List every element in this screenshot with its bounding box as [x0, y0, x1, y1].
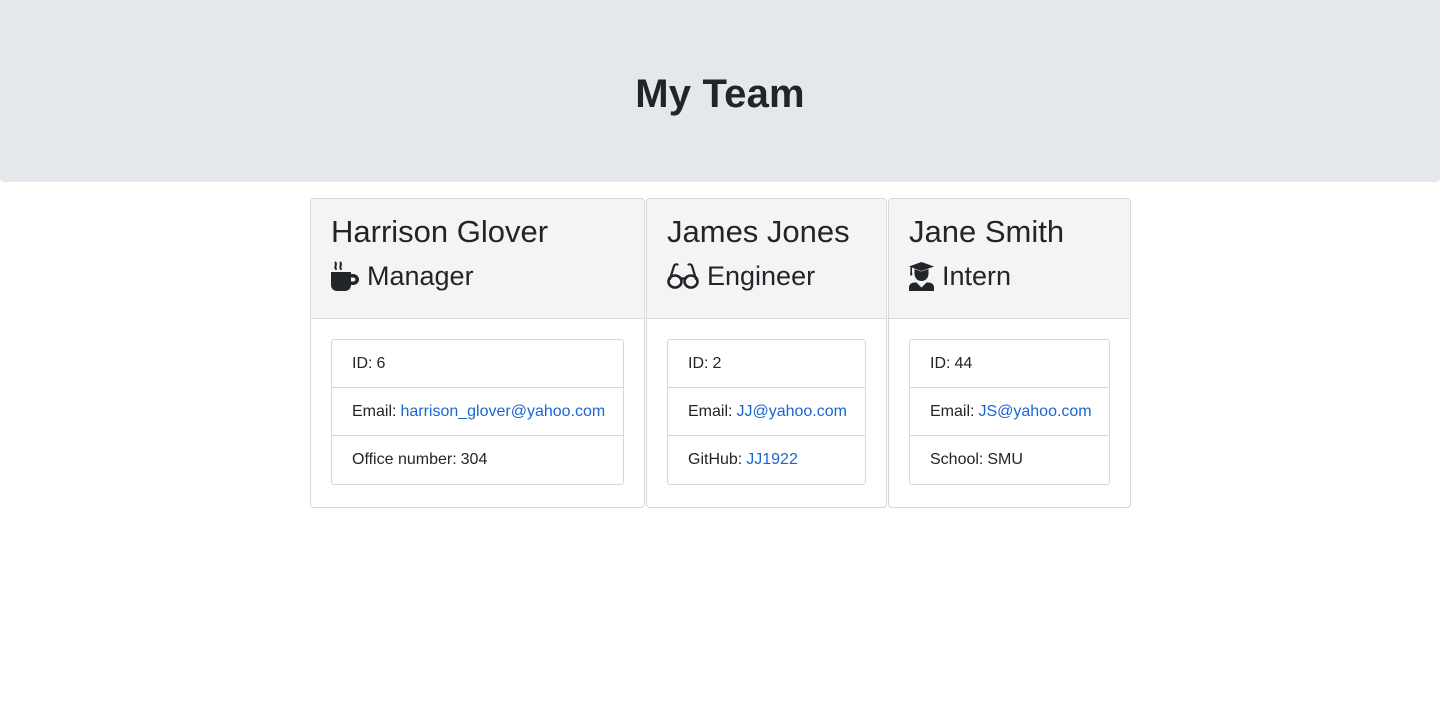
- email-label: Email:: [688, 402, 733, 420]
- github-link[interactable]: JJ1922: [746, 451, 798, 469]
- employee-card-manager: Harrison Glover Manager ID: 6 Email: har…: [310, 198, 645, 508]
- email-link[interactable]: harrison_glover@yahoo.com: [400, 403, 605, 421]
- employee-role: Intern: [909, 260, 1110, 292]
- id-label: ID:: [352, 354, 373, 372]
- office-value: 304: [460, 451, 488, 468]
- employee-card-engineer: James Jones Engineer ID: 2 Email: JJ@yah…: [646, 198, 887, 508]
- list-item-github: GitHub: JJ1922: [668, 436, 865, 484]
- list-item-email: Email: harrison_glover@yahoo.com: [332, 388, 623, 436]
- id-value: 44: [954, 354, 973, 372]
- glasses-icon: [667, 263, 699, 289]
- employee-role: Manager: [331, 260, 624, 292]
- card-header: Harrison Glover Manager: [311, 199, 644, 319]
- id-value: 6: [376, 354, 386, 372]
- email-label: Email:: [352, 402, 397, 420]
- employee-name: Jane Smith: [909, 214, 1065, 249]
- email-label: Email:: [930, 402, 975, 420]
- header-banner: My Team: [0, 0, 1440, 182]
- card-body: ID: 2 Email: JJ@yahoo.com GitHub: JJ1922: [647, 319, 886, 505]
- card-header: Jane Smith Intern: [889, 199, 1130, 319]
- email-link[interactable]: JS@yahoo.com: [978, 403, 1091, 421]
- office-label: Office number:: [352, 451, 457, 468]
- id-label: ID:: [688, 354, 709, 372]
- id-value: 2: [712, 354, 722, 372]
- team-cards: Harrison Glover Manager ID: 6 Email: har…: [310, 198, 1131, 508]
- info-list: ID: 6 Email: harrison_glover@yahoo.com O…: [331, 339, 624, 485]
- employee-card-intern: Jane Smith Intern ID: 44 Email: JS@yahoo…: [888, 198, 1131, 508]
- github-label: GitHub:: [688, 451, 743, 468]
- role-label: Engineer: [707, 261, 816, 291]
- list-item-school: School: SMU: [910, 436, 1109, 484]
- employee-role: Engineer: [667, 260, 866, 292]
- page-title: My Team: [635, 71, 805, 116]
- card-header: James Jones Engineer: [647, 199, 886, 319]
- role-label: Manager: [367, 261, 474, 291]
- list-item-office: Office number: 304: [332, 436, 623, 484]
- list-item-id: ID: 44: [910, 340, 1109, 388]
- list-item-id: ID: 6: [332, 340, 623, 388]
- school-label: School:: [930, 451, 984, 468]
- info-list: ID: 44 Email: JS@yahoo.com School: SMU: [909, 339, 1110, 485]
- graduate-icon: [909, 261, 934, 291]
- school-value: SMU: [987, 451, 1023, 468]
- list-item-email: Email: JJ@yahoo.com: [668, 388, 865, 436]
- id-label: ID:: [930, 354, 951, 372]
- email-link[interactable]: JJ@yahoo.com: [736, 403, 847, 421]
- mug-icon: [331, 261, 359, 291]
- role-label: Intern: [942, 261, 1012, 291]
- card-body: ID: 44 Email: JS@yahoo.com School: SMU: [889, 319, 1130, 505]
- employee-name: Harrison Glover: [331, 214, 549, 249]
- list-item-id: ID: 2: [668, 340, 865, 388]
- card-body: ID: 6 Email: harrison_glover@yahoo.com O…: [311, 319, 644, 505]
- employee-name: James Jones: [667, 214, 850, 249]
- info-list: ID: 2 Email: JJ@yahoo.com GitHub: JJ1922: [667, 339, 866, 485]
- list-item-email: Email: JS@yahoo.com: [910, 388, 1109, 436]
